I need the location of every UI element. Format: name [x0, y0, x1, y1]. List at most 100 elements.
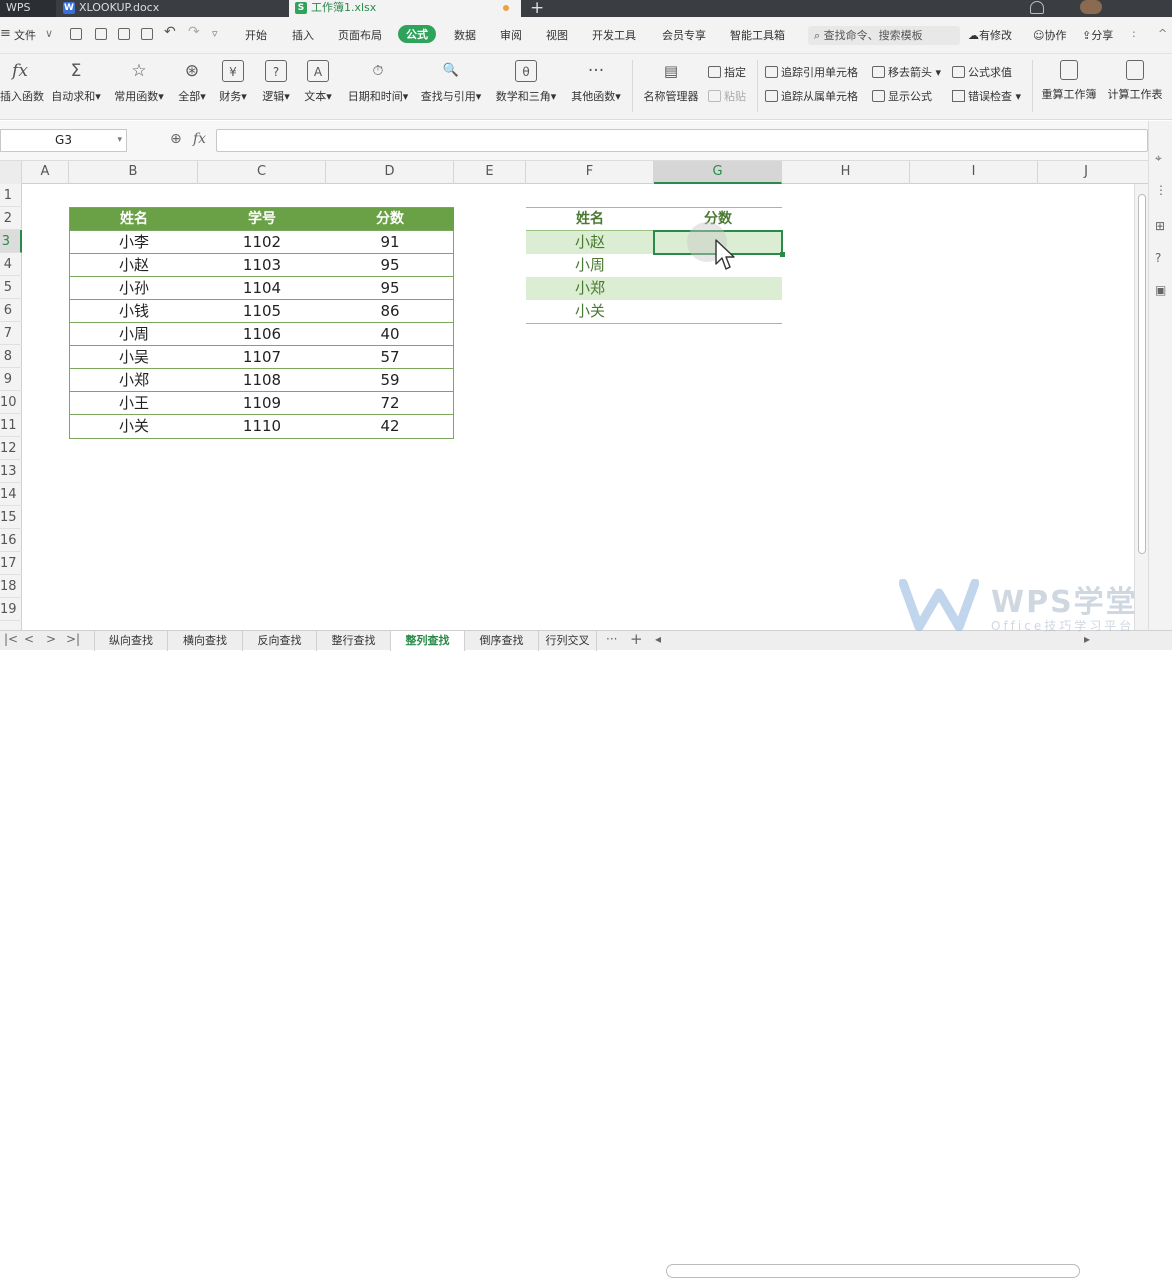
more-functions-button[interactable]: ··· 其他函数▾ — [568, 60, 624, 104]
menu-icon[interactable]: ≡ — [0, 26, 11, 41]
menu-file[interactable]: 文件 — [14, 27, 36, 43]
vertical-scrollbar[interactable] — [1134, 184, 1148, 630]
row-header-item[interactable]: 19 — [0, 598, 22, 621]
row-header-item[interactable]: 2 — [0, 207, 22, 230]
column-header-b[interactable]: B — [69, 161, 198, 184]
column-header-h[interactable]: H — [782, 161, 910, 184]
next-sheet-icon[interactable]: > — [46, 632, 56, 646]
table-cell[interactable]: 72 — [326, 392, 454, 415]
menu-start[interactable]: 开始 — [245, 27, 267, 43]
show-formulas-button[interactable]: 显示公式 — [872, 88, 932, 104]
insert-function-button[interactable]: fx 插入函数 — [0, 60, 44, 104]
row-header-item[interactable]: 5 — [0, 276, 22, 299]
table-cell[interactable]: 小周 — [70, 323, 198, 346]
doc-tab-workbook[interactable]: S 工作簿1.xlsx — [289, 0, 521, 17]
formula-input[interactable] — [216, 129, 1148, 152]
table-cell[interactable]: 1108 — [198, 369, 326, 392]
doc-tab-xlookup[interactable]: W XLOOKUP.docx — [57, 0, 287, 17]
row-header-item[interactable]: 12 — [0, 437, 22, 460]
column-header-i[interactable]: I — [910, 161, 1038, 184]
table-cell[interactable]: 1104 — [198, 277, 326, 300]
row-header-item[interactable]: 11 — [0, 414, 22, 437]
row-header-item[interactable]: 18 — [0, 575, 22, 598]
properties-icon[interactable]: ⊞ — [1155, 219, 1165, 233]
table-cell[interactable]: 95 — [326, 254, 454, 277]
redo-icon[interactable]: ↷ — [188, 24, 200, 40]
menu-member[interactable]: 会员专享 — [662, 27, 706, 43]
undo-icon[interactable]: ↶ — [164, 24, 176, 40]
table-cell[interactable]: 59 — [326, 369, 454, 392]
avatar[interactable] — [1080, 0, 1102, 14]
app-tab-wps[interactable]: WPS — [0, 0, 56, 17]
print-preview-icon[interactable] — [141, 28, 153, 40]
sheet-tab[interactable]: 纵向查找 — [94, 631, 168, 651]
lookup-cell-name[interactable]: 小关 — [526, 300, 654, 323]
table-cell[interactable]: 1103 — [198, 254, 326, 277]
collaborate-button[interactable]: ☺协作 — [1033, 27, 1066, 43]
prev-sheet-icon[interactable]: < — [24, 632, 34, 646]
sheet-tab-active[interactable]: 整列查找 — [391, 631, 465, 651]
text-button[interactable]: A 文本▾ — [301, 60, 335, 104]
row-header-item[interactable]: 16 — [0, 529, 22, 552]
first-sheet-icon[interactable]: |< — [4, 632, 18, 646]
scroll-left-icon[interactable]: ◂ — [655, 632, 661, 646]
scroll-thumb[interactable] — [1138, 194, 1146, 554]
trace-dependents-button[interactable]: 追踪从属单元格 — [765, 88, 858, 104]
table-cell[interactable]: 小吴 — [70, 346, 198, 369]
column-header-d[interactable]: D — [326, 161, 454, 184]
lookup-cell-name[interactable]: 小赵 — [526, 231, 654, 254]
horizontal-scrollbar[interactable] — [666, 1264, 1080, 1278]
column-header-f[interactable]: F — [526, 161, 654, 184]
select-pointer-icon[interactable]: ⌖ — [1155, 151, 1162, 166]
sheet-tab[interactable]: 整行查找 — [317, 631, 391, 651]
name-box[interactable]: G3 ▾ — [0, 129, 127, 152]
lookup-cell-name[interactable]: 小郑 — [526, 277, 654, 300]
recalc-workbook-button[interactable]: 重算工作簿 — [1040, 60, 1098, 102]
table-cell[interactable]: 42 — [326, 415, 454, 438]
lookup-cell-name[interactable]: 小周 — [526, 254, 654, 277]
menu-review[interactable]: 审阅 — [500, 27, 522, 43]
collapse-ribbon-icon[interactable]: ^ — [1158, 27, 1167, 40]
lookup-cell-score[interactable] — [654, 300, 782, 323]
menu-insert[interactable]: 插入 — [292, 27, 314, 43]
remove-arrows-button[interactable]: 移去箭头 ▾ — [872, 64, 941, 80]
menu-smart-toolbox[interactable]: 智能工具箱 — [730, 27, 785, 43]
lookup-header-name[interactable]: 姓名 — [526, 208, 654, 231]
fill-handle[interactable] — [780, 252, 785, 257]
table-cell[interactable]: 91 — [326, 231, 454, 254]
row-header-item[interactable]: 4 — [0, 253, 22, 276]
new-tab-button[interactable]: + — [530, 0, 544, 18]
menu-formula[interactable]: 公式 — [398, 25, 436, 43]
table-cell[interactable]: 小钱 — [70, 300, 198, 323]
financial-button[interactable]: ¥ 财务▾ — [216, 60, 250, 104]
row-header-item[interactable]: 14 — [0, 483, 22, 506]
share-button[interactable]: ⇪分享 — [1082, 27, 1113, 43]
table-cell[interactable]: 1107 — [198, 346, 326, 369]
row-header-item[interactable]: 8 — [0, 345, 22, 368]
help-icon[interactable]: ? — [1155, 251, 1161, 265]
add-sheet-icon[interactable]: + — [630, 630, 643, 648]
header-cell-score[interactable]: 分数 — [326, 208, 454, 231]
modified-button[interactable]: ☁有修改 — [968, 27, 1012, 43]
calc-sheet-button[interactable]: 计算工作表 — [1105, 60, 1165, 102]
table-cell[interactable]: 86 — [326, 300, 454, 323]
evaluate-formula-button[interactable]: 公式求值 — [952, 64, 1012, 80]
table-cell[interactable]: 小赵 — [70, 254, 198, 277]
lookup-cell-score[interactable] — [654, 277, 782, 300]
date-time-button[interactable]: ⏱ 日期和时间▾ — [343, 60, 413, 104]
zoom-icon[interactable]: ⊕ — [170, 131, 182, 147]
image-icon[interactable]: ▣ — [1155, 283, 1166, 297]
row-header-item[interactable]: 7 — [0, 322, 22, 345]
table-cell[interactable]: 小孙 — [70, 277, 198, 300]
fx-icon[interactable]: fx — [193, 131, 206, 147]
select-all-corner[interactable] — [0, 161, 22, 184]
column-header-a[interactable]: A — [22, 161, 69, 184]
table-cell[interactable]: 小关 — [70, 415, 198, 438]
header-cell-name[interactable]: 姓名 — [70, 208, 198, 231]
menu-view[interactable]: 视图 — [546, 27, 568, 43]
table-cell[interactable]: 1105 — [198, 300, 326, 323]
trace-precedents-button[interactable]: 追踪引用单元格 — [765, 64, 858, 80]
column-header-e[interactable]: E — [454, 161, 526, 184]
table-cell[interactable]: 1102 — [198, 231, 326, 254]
row-header-item[interactable]: 10 — [0, 391, 22, 414]
